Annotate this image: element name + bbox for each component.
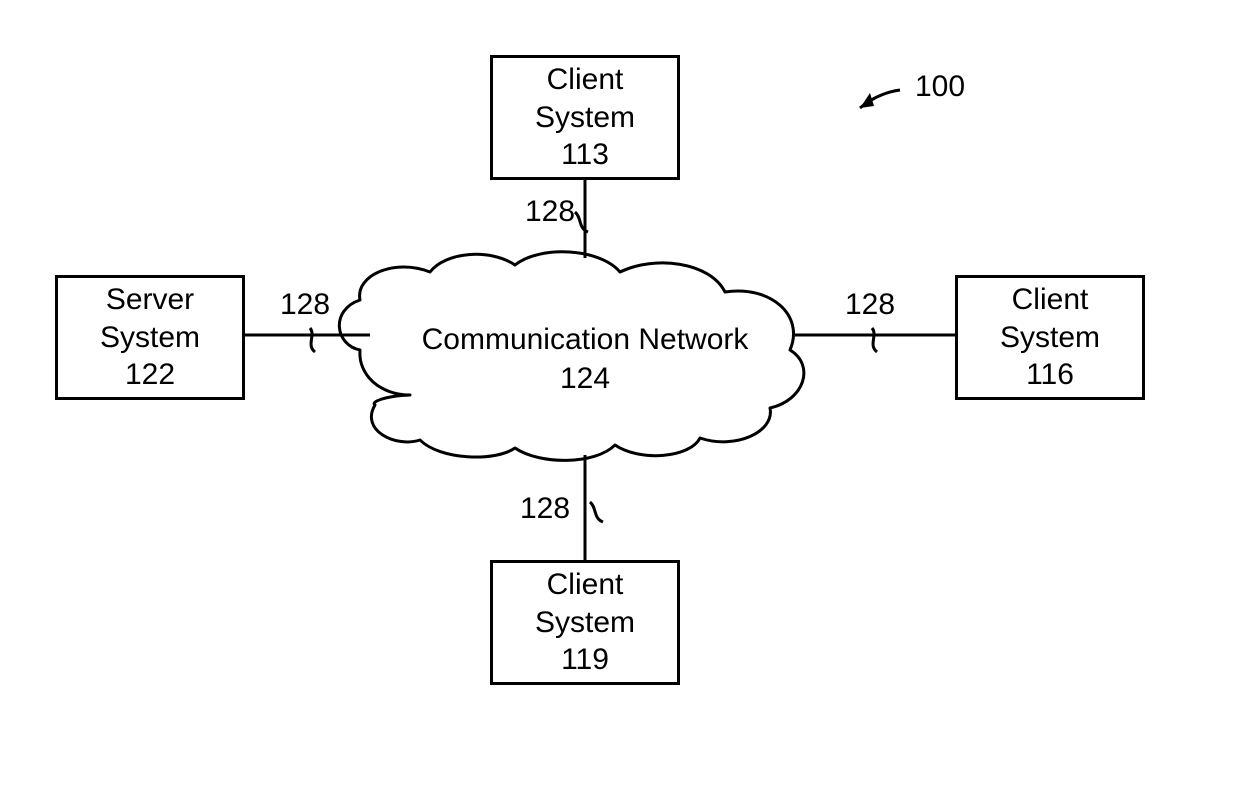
client-top-line1: Client <box>547 61 624 99</box>
client-bottom-line1: Client <box>547 566 624 604</box>
link-label-top: 128 <box>525 195 575 229</box>
figure-ref-arrow <box>860 90 900 108</box>
cloud-label: Communication Network 124 <box>405 320 765 398</box>
server-system-box: Server System 122 <box>55 275 245 400</box>
client-system-bottom-box: Client System 119 <box>490 560 680 685</box>
client-top-line3: 113 <box>561 136 609 174</box>
squiggle-top <box>575 212 588 232</box>
link-label-bottom: 128 <box>520 492 570 526</box>
client-bottom-line3: 119 <box>561 641 609 679</box>
cloud-line2: 124 <box>560 362 610 395</box>
diagram-stage: Client System 113 Server System 122 Clie… <box>0 0 1240 786</box>
server-line2: System <box>100 319 200 357</box>
client-bottom-line2: System <box>535 604 635 642</box>
client-right-line1: Client <box>1012 281 1089 319</box>
client-right-line3: 116 <box>1026 356 1074 394</box>
figure-ref-label: 100 <box>915 70 965 104</box>
client-system-top-box: Client System 113 <box>490 55 680 180</box>
server-line1: Server <box>106 281 194 319</box>
client-system-right-box: Client System 116 <box>955 275 1145 400</box>
client-right-line2: System <box>1000 319 1100 357</box>
client-top-line2: System <box>535 99 635 137</box>
server-line3: 122 <box>125 356 175 394</box>
link-label-left: 128 <box>280 288 330 322</box>
squiggle-bottom <box>590 502 603 522</box>
squiggle-left <box>310 328 315 352</box>
squiggle-right <box>872 328 877 352</box>
link-label-right: 128 <box>845 288 895 322</box>
cloud-line1: Communication Network <box>422 323 749 356</box>
